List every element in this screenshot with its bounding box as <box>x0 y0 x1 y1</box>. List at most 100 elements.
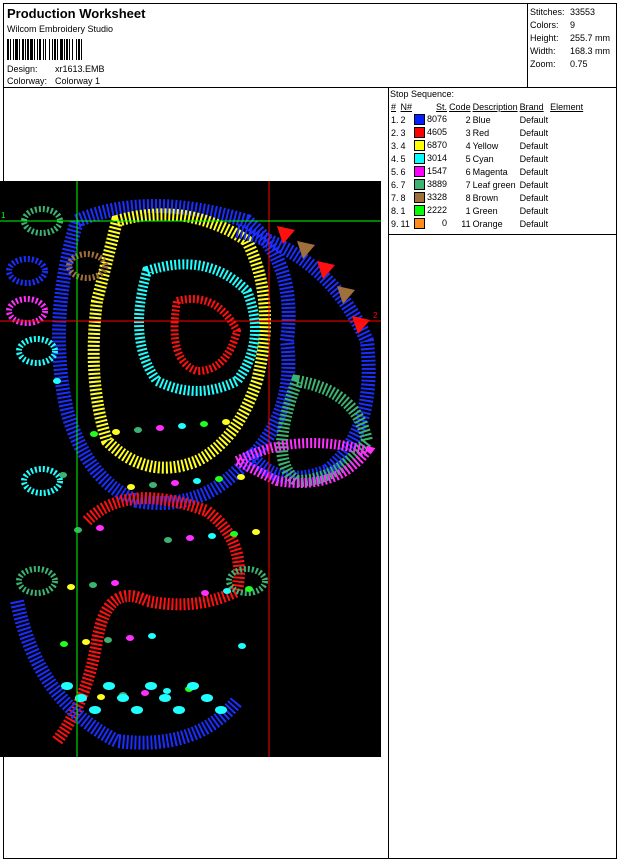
row-brand: Default <box>519 114 549 125</box>
row-needle: 2 <box>400 114 406 125</box>
stitch-dot <box>201 694 213 702</box>
guide-label: 2 <box>373 311 378 320</box>
stitch-dot <box>159 694 171 702</box>
table-row: 6. 7 3889 7 Leaf green Default <box>390 178 584 191</box>
row-stitches: 3889 <box>413 178 448 191</box>
row-needle: 11 <box>400 218 410 229</box>
stitch-dot <box>215 706 227 714</box>
stat-value: 9 <box>570 20 576 30</box>
column-header: Brand <box>519 102 544 112</box>
row-element <box>549 139 584 152</box>
row-description: Orange <box>472 218 503 229</box>
column-header: Code <box>449 102 471 112</box>
color-swatch <box>414 179 426 190</box>
stitch-dot <box>97 694 105 700</box>
stitch-dot <box>215 476 223 482</box>
stitch-dot <box>223 588 231 594</box>
page-title: Production Worksheet <box>7 6 146 21</box>
row-needle: 4 <box>400 140 406 151</box>
row-index: 8. <box>391 205 399 216</box>
leaf-motif <box>6 296 48 326</box>
stitch-dot <box>163 688 171 694</box>
row-code: 2 <box>465 114 471 125</box>
row-index: 7. <box>391 192 399 203</box>
row-brand: Default <box>519 218 549 229</box>
leaf-motif <box>21 466 63 496</box>
row-index: 5. <box>391 166 399 177</box>
row-needle: 7 <box>400 179 406 190</box>
stitch-dot <box>53 378 61 384</box>
stitch-dot <box>222 419 230 425</box>
color-swatch <box>414 114 426 125</box>
row-needle: 8 <box>400 192 406 203</box>
color-swatch <box>414 153 426 164</box>
row-element <box>549 204 584 217</box>
row-description: Cyan <box>472 153 494 164</box>
stitch-dot <box>171 480 179 486</box>
column-header: # <box>391 102 397 112</box>
row-code: 1 <box>465 205 471 216</box>
stitch-dot <box>127 484 135 490</box>
row-element <box>549 217 584 230</box>
column-header: Description <box>472 102 518 112</box>
stats-panel: Stitches: 33553 Colors: 9 Height: 255.7 mm Wid… <box>528 4 616 88</box>
stitch-dot <box>178 423 186 429</box>
table-row: 8. 1 2222 1 Green Default <box>390 204 584 217</box>
stitch-dot <box>200 421 208 427</box>
stitch-dot <box>112 429 120 435</box>
color-swatch <box>414 140 426 151</box>
row-index: 9. <box>391 218 399 229</box>
row-code: 4 <box>465 140 471 151</box>
row-element <box>549 126 584 139</box>
stat-label: Width: <box>530 46 556 56</box>
row-element <box>549 191 584 204</box>
row-code: 5 <box>465 153 471 164</box>
colorway-label: Colorway: <box>7 76 48 86</box>
row-element <box>549 165 584 178</box>
embroidery-artwork: 12 <box>0 181 381 757</box>
table-row: 5. 6 1547 6 Magenta Default <box>390 165 584 178</box>
stitch-dot <box>237 474 245 480</box>
stitch-dot <box>82 639 90 645</box>
stitch-dot <box>90 431 98 437</box>
stitch-dot <box>111 580 119 586</box>
stitch-dot <box>173 706 185 714</box>
design-filename: xr1613.EMB <box>55 64 105 74</box>
row-description: Blue <box>472 114 491 125</box>
stat-label: Height: <box>530 33 559 43</box>
row-brand: Default <box>519 192 549 203</box>
stitch-dot <box>141 690 149 696</box>
colorway-row: Colorway: Colorway 1 <box>7 76 100 86</box>
row-code: 3 <box>465 127 471 138</box>
row-code: 6 <box>465 166 471 177</box>
stitch-dot <box>89 582 97 588</box>
design-preview: 12 <box>0 181 381 757</box>
row-brand: Default <box>519 166 549 177</box>
stat-row: Height: 255.7 mm <box>530 32 610 45</box>
app-name: Wilcom Embroidery Studio <box>7 24 114 34</box>
row-needle: 6 <box>400 166 406 177</box>
row-stitches: 0 <box>413 217 448 230</box>
row-brand: Default <box>519 179 549 190</box>
color-swatch <box>414 205 426 216</box>
row-brand: Default <box>519 153 549 164</box>
stitch-dot <box>60 641 68 647</box>
stitch-dot <box>61 682 73 690</box>
row-description: Green <box>472 205 498 216</box>
row-description: Leaf green <box>472 179 516 190</box>
table-row: 2. 3 4605 3 Red Default <box>390 126 584 139</box>
blue-bowl <box>10 599 243 750</box>
row-stitches: 3328 <box>413 191 448 204</box>
design-row: Design: xr1613.EMB <box>7 64 105 74</box>
stitch-dot <box>104 637 112 643</box>
stitch-dot <box>74 527 82 533</box>
stitch-dot <box>89 706 101 714</box>
stitch-dot <box>148 633 156 639</box>
row-stitches: 8076 <box>413 113 448 126</box>
design-label: Design: <box>7 64 38 74</box>
stitch-dot <box>238 643 246 649</box>
stat-row: Width: 168.3 mm <box>530 45 610 58</box>
row-description: Magenta <box>472 166 508 177</box>
stitch-dot <box>245 586 253 592</box>
stat-row: Stitches: 33553 <box>530 6 610 19</box>
